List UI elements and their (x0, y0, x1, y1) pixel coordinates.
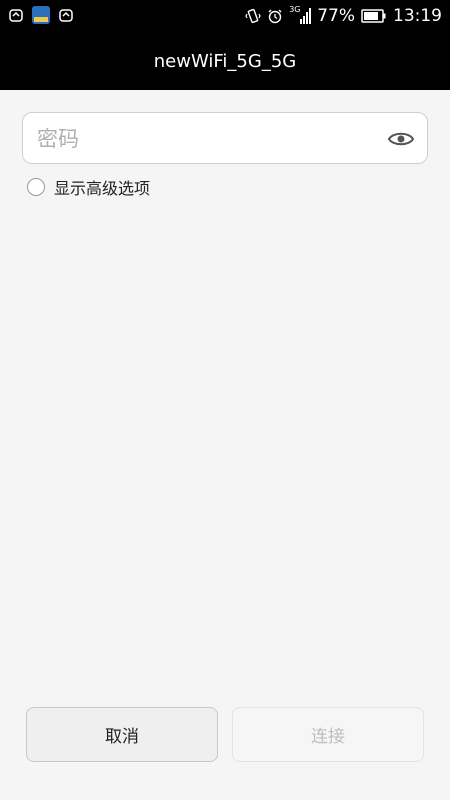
show-advanced-option[interactable]: 显示高级选项 (27, 174, 150, 200)
clock: 13:19 (393, 6, 442, 26)
status-bar: 3G 77% 13:19 (0, 0, 450, 32)
dialog-title-bar: newWiFi_5G_5G (0, 32, 450, 90)
connect-button[interactable]: 连接 (232, 707, 424, 762)
battery-icon (361, 9, 386, 23)
vibrate-icon (245, 8, 261, 24)
password-input[interactable] (35, 113, 379, 165)
battery-percent: 77% (317, 6, 355, 26)
status-right-icons: 3G 77% 13:19 (245, 0, 442, 32)
show-advanced-label: 显示高级选项 (54, 179, 151, 198)
signal-icon: 3G (289, 6, 312, 26)
network-name: newWiFi_5G_5G (153, 50, 297, 72)
password-field (22, 112, 428, 165)
status-left-icons (8, 6, 74, 24)
show-password-eye-icon[interactable] (387, 125, 415, 153)
notification-icon (59, 9, 73, 22)
alarm-icon (268, 9, 282, 24)
show-advanced-radio[interactable] (27, 178, 45, 196)
app-icon (32, 6, 50, 24)
notification-icon (9, 9, 23, 22)
cancel-button[interactable]: 取消 (26, 707, 218, 762)
